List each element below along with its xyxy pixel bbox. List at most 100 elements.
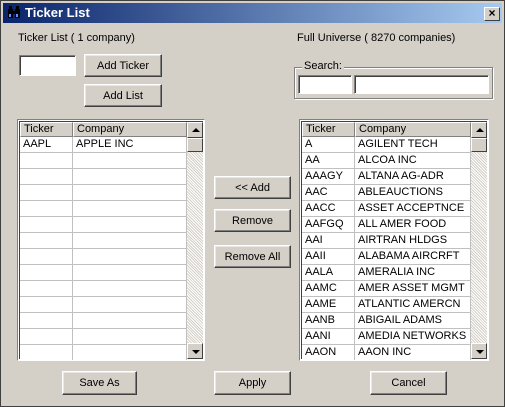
scroll-down-button[interactable] — [187, 343, 203, 359]
table-row[interactable]: AAAGY ALTANA AG-ADR — [302, 169, 471, 185]
save-as-button[interactable]: Save As — [62, 371, 137, 395]
add-ticker-label: Add Ticker — [97, 59, 149, 72]
table-row[interactable]: AAII ALABAMA AIRCRFT — [302, 249, 471, 265]
ticker-list-table[interactable]: Ticker Company AAPL APPLE INC — [17, 119, 205, 361]
universe-table[interactable]: Ticker Company A AGILENT TECH AA ALCOA INC A… — [299, 119, 489, 361]
table-row[interactable] — [20, 185, 187, 201]
table-row[interactable] — [20, 249, 187, 265]
company-cell: AMEDIA NETWORKS — [355, 329, 471, 345]
company-cell: AAON INC — [355, 345, 471, 360]
company-cell: ALABAMA AIRCRFT — [355, 249, 471, 265]
table-row[interactable] — [20, 265, 187, 281]
ticker-cell: AAMC — [302, 281, 355, 297]
table-row[interactable] — [20, 297, 187, 313]
add-list-button[interactable]: Add List — [84, 84, 162, 107]
title-bar[interactable]: Ticker List × — [3, 3, 502, 23]
table-row[interactable]: AAMC AMER ASSET MGMT — [302, 281, 471, 297]
column-header-company[interactable]: Company — [73, 122, 187, 137]
search-company-input[interactable] — [354, 75, 489, 94]
close-icon: × — [488, 6, 496, 20]
table-row[interactable]: AAC ABLEAUCTIONS — [302, 185, 471, 201]
company-cell — [73, 185, 187, 201]
ticker-cell: AAI — [302, 233, 355, 249]
ticker-cell: AAC — [302, 185, 355, 201]
table-row[interactable]: A AGILENT TECH — [302, 137, 471, 153]
company-cell: ATLANTIC AMERCN — [355, 297, 471, 313]
column-header-ticker[interactable]: Ticker — [302, 122, 355, 137]
ticker-cell: AANB — [302, 313, 355, 329]
company-cell: ALL AMER FOOD — [355, 217, 471, 233]
company-cell — [73, 153, 187, 169]
add-button[interactable]: << Add — [214, 176, 291, 199]
ticker-cell — [20, 153, 73, 169]
ticker-list-dialog: Ticker List × Ticker List ( 1 company) A… — [0, 0, 505, 407]
company-cell: ALCOA INC — [355, 153, 471, 169]
ticker-input[interactable] — [19, 55, 76, 76]
table-row[interactable]: AACC ASSET ACCEPTNCE — [302, 201, 471, 217]
ticker-cell: AAPL — [20, 137, 73, 153]
scroll-down-button[interactable] — [471, 343, 487, 359]
ticker-cell: AAAGY — [302, 169, 355, 185]
table-row[interactable]: AAI AIRTRAN HLDGS — [302, 233, 471, 249]
apply-button[interactable]: Apply — [214, 371, 291, 395]
window-title: Ticker List — [25, 5, 90, 20]
arrow-up-icon — [476, 128, 484, 132]
ticker-cell — [20, 313, 73, 329]
table-row[interactable] — [20, 345, 187, 360]
table-row[interactable]: AAON AAON INC — [302, 345, 471, 360]
binoculars-icon — [8, 6, 20, 18]
remove-all-label: Remove All — [224, 250, 281, 263]
ticker-cell: A — [302, 137, 355, 153]
scroll-up-button[interactable] — [187, 122, 203, 138]
table-row[interactable] — [20, 201, 187, 217]
table-row[interactable]: AAME ATLANTIC AMERCN — [302, 297, 471, 313]
table-row[interactable]: AALA AMERALIA INC — [302, 265, 471, 281]
ticker-cell — [20, 185, 73, 201]
add-label: << Add — [235, 181, 270, 194]
universe-scrollbar[interactable] — [471, 122, 487, 359]
ticker-cell: AAII — [302, 249, 355, 265]
company-cell: APPLE INC — [73, 137, 187, 153]
ticker-cell: AAFGQ — [302, 217, 355, 233]
save-as-label: Save As — [79, 377, 120, 389]
company-cell — [73, 201, 187, 217]
table-row[interactable] — [20, 169, 187, 185]
table-row[interactable]: AANI AMEDIA NETWORKS — [302, 329, 471, 345]
remove-all-button[interactable]: Remove All — [214, 245, 291, 268]
table-row[interactable] — [20, 153, 187, 169]
remove-button[interactable]: Remove — [214, 209, 291, 232]
table-row[interactable] — [20, 329, 187, 345]
table-row[interactable] — [20, 281, 187, 297]
company-cell — [73, 233, 187, 249]
table-row[interactable] — [20, 233, 187, 249]
ticker-cell — [20, 345, 73, 360]
ticker-cell — [20, 249, 73, 265]
column-header-ticker[interactable]: Ticker — [20, 122, 73, 137]
cancel-label: Cancel — [391, 377, 426, 389]
arrow-down-icon — [192, 350, 200, 354]
table-row[interactable] — [20, 217, 187, 233]
company-cell — [73, 169, 187, 185]
company-cell — [73, 329, 187, 345]
scroll-thumb[interactable] — [471, 138, 487, 152]
company-cell: ABLEAUCTIONS — [355, 185, 471, 201]
column-header-company[interactable]: Company — [355, 122, 471, 137]
add-ticker-button[interactable]: Add Ticker — [84, 54, 162, 77]
ticker-cell — [20, 233, 73, 249]
cancel-button[interactable]: Cancel — [370, 371, 447, 395]
table-row[interactable]: AA ALCOA INC — [302, 153, 471, 169]
search-ticker-input[interactable] — [298, 75, 352, 94]
table-row[interactable]: AANB ABIGAIL ADAMS — [302, 313, 471, 329]
company-cell — [73, 217, 187, 233]
close-button[interactable]: × — [484, 7, 500, 21]
ticker-cell: AACC — [302, 201, 355, 217]
company-cell: AGILENT TECH — [355, 137, 471, 153]
ticker-list-scrollbar[interactable] — [187, 122, 203, 359]
table-row[interactable]: AAPL APPLE INC — [20, 137, 187, 153]
scroll-up-button[interactable] — [471, 122, 487, 138]
ticker-cell — [20, 281, 73, 297]
scroll-thumb[interactable] — [187, 138, 203, 152]
table-row[interactable] — [20, 313, 187, 329]
table-row[interactable]: AAFGQ ALL AMER FOOD — [302, 217, 471, 233]
company-cell: ABIGAIL ADAMS — [355, 313, 471, 329]
